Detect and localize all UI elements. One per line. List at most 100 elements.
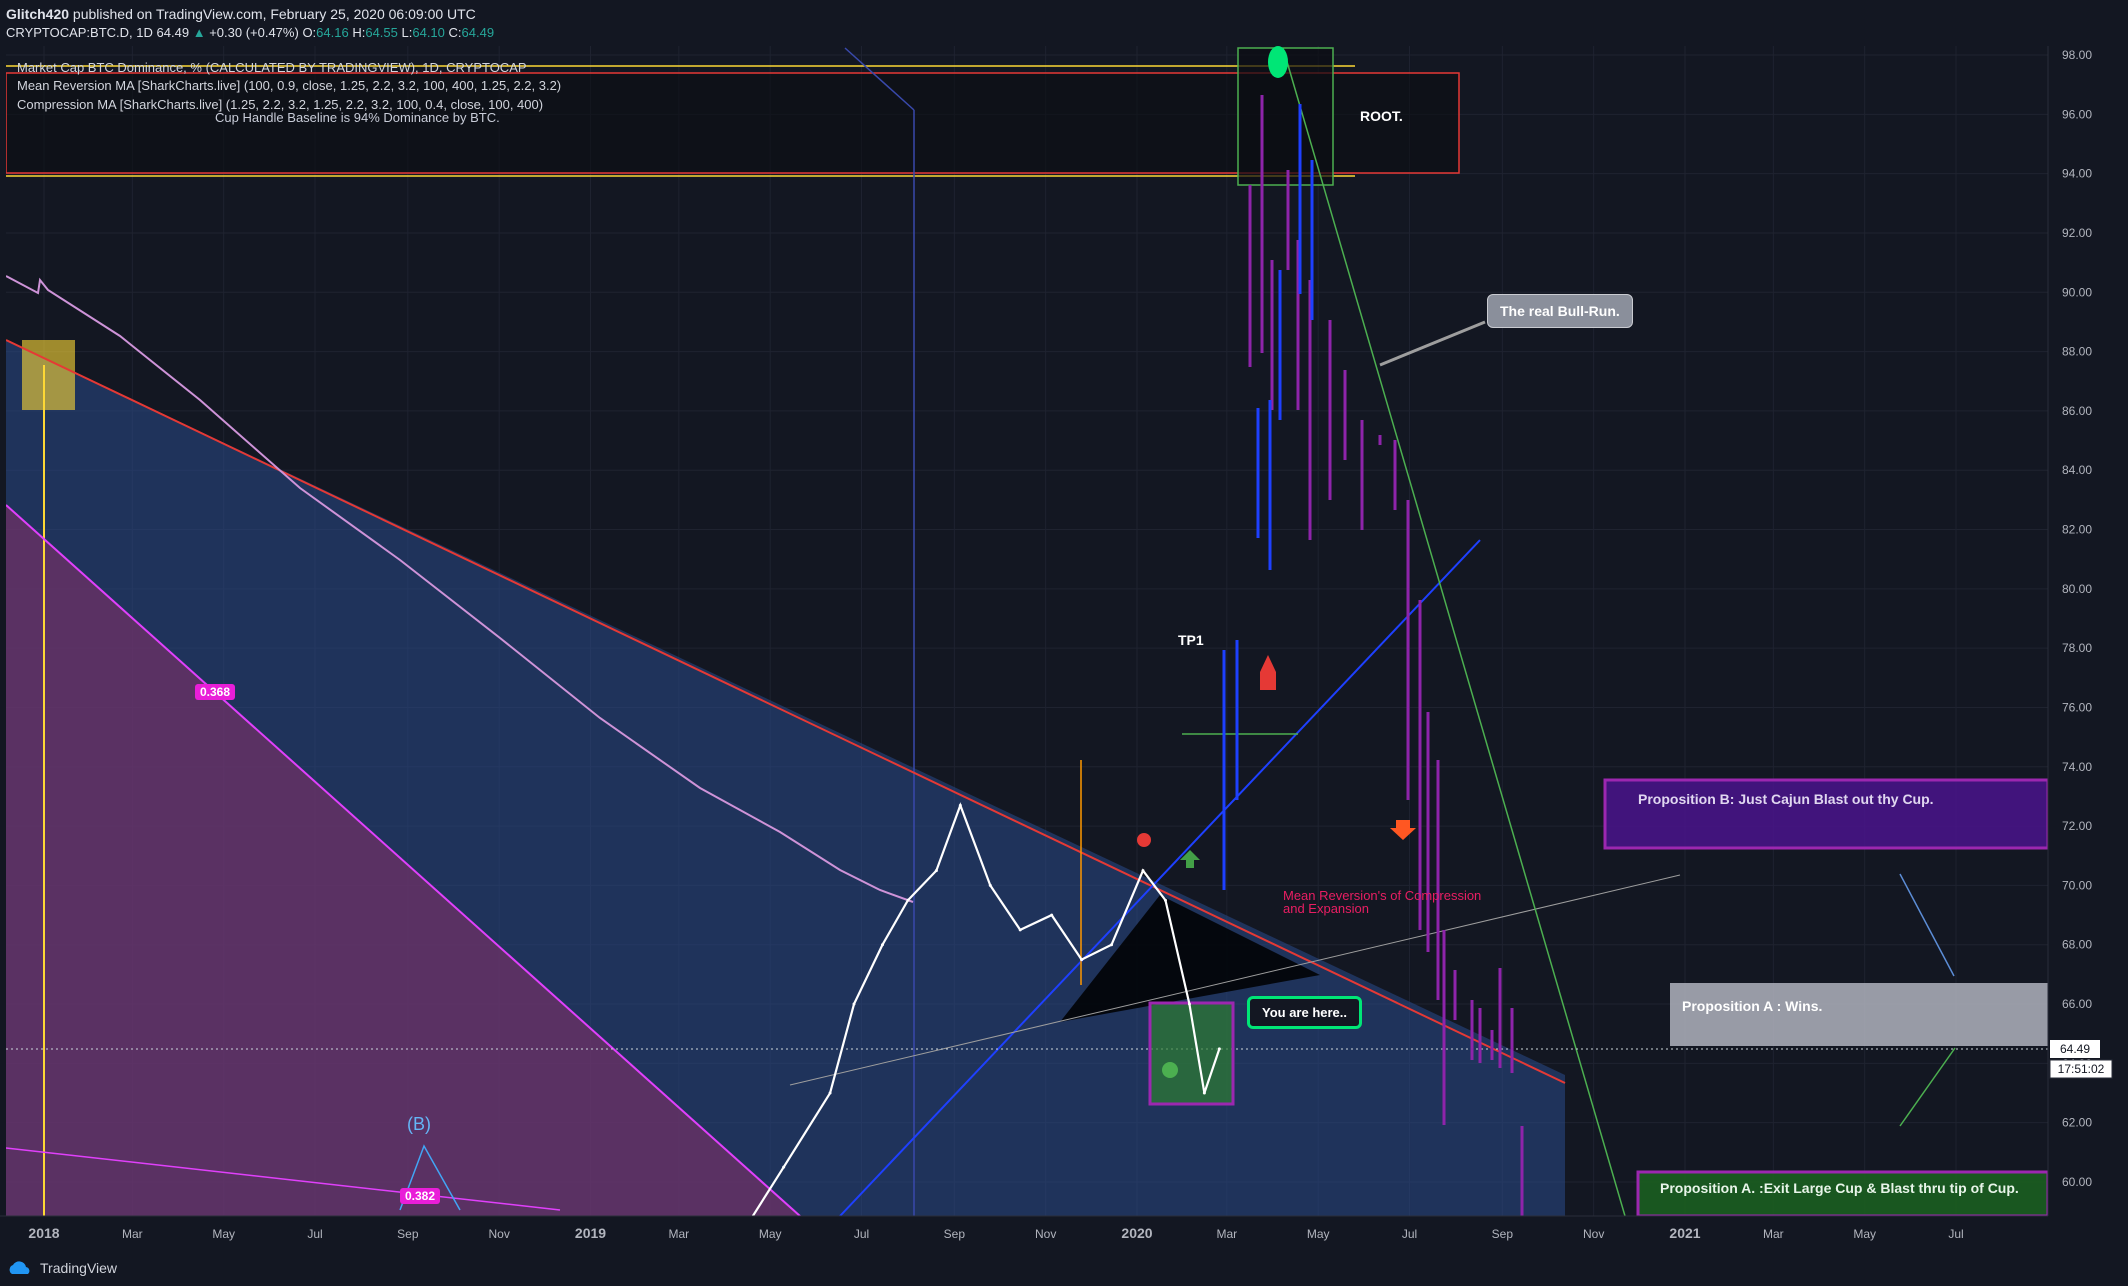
x-tick-label: Sep: [1492, 1227, 1514, 1241]
mean-reversion-note-2: and Expansion: [1283, 901, 1370, 916]
price-point: [958, 803, 962, 807]
price-point: [1187, 1002, 1191, 1006]
legend-mean-reversion[interactable]: Mean Reversion MA [SharkCharts.live] (10…: [17, 78, 561, 93]
change-value: +0.30 (+0.47%): [209, 25, 299, 40]
cloud-logo-icon: [9, 1261, 30, 1274]
fib-368-badge: 0.368: [195, 684, 236, 700]
price-point: [1141, 869, 1145, 873]
ohlc-line: CRYPTOCAP:BTC.D, 1D 64.49 ▲ +0.30 (+0.47…: [6, 25, 494, 40]
tradingview-brand[interactable]: TradingView: [6, 1260, 117, 1276]
chart-canvas[interactable]: 98.00 96.00 94.00 92.00 90.00 88.00 86.00 84.00…: [0, 46, 2128, 1254]
proposition-a-wins-label: Proposition A : Wins.: [1682, 998, 1823, 1014]
x-tick-label: May: [1853, 1227, 1876, 1241]
price-point: [828, 1091, 832, 1095]
y-tick-label: 78.00: [2062, 641, 2092, 655]
rocket-icon: [1260, 655, 1276, 690]
cup-baseline-note: Cup Handle Baseline is 94% Dominance by …: [215, 110, 500, 125]
price-point: [1018, 928, 1022, 932]
proposition-b-label: Proposition B: Just Cajun Blast out thy …: [1638, 791, 1934, 807]
x-tick-label: Nov: [1583, 1227, 1604, 1241]
y-tick-label: 90.00: [2062, 285, 2092, 299]
x-tick-label: Mar: [669, 1227, 690, 1241]
y-tick-label: 92.00: [2062, 226, 2092, 240]
chart-header: Glitch420 published on TradingView.com, …: [0, 0, 2128, 46]
y-tick-label: 60.00: [2062, 1175, 2092, 1189]
bull-run-callout: The real Bull-Run.: [1487, 294, 1633, 328]
x-tick-label: Mar: [122, 1227, 143, 1241]
x-tick-label: Nov: [488, 1227, 509, 1241]
price-point: [880, 943, 884, 947]
open-label: O:: [302, 25, 317, 40]
y-tick-label: 66.00: [2062, 997, 2092, 1011]
check-icon: [1162, 1062, 1178, 1078]
y-tick-label: 82.00: [2062, 523, 2092, 537]
y-tick-label: 88.00: [2062, 345, 2092, 359]
x-tick-label: May: [212, 1227, 235, 1241]
green-arrow: [1899, 1047, 1956, 1127]
publish-line: Glitch420 published on TradingView.com, …: [6, 6, 476, 22]
y-tick-label: 84.00: [2062, 463, 2092, 477]
price-axis: 98.00 96.00 94.00 92.00 90.00 88.00 86.00 84.00…: [2062, 48, 2092, 1189]
x-tick-label: Jul: [1948, 1227, 1963, 1241]
footer: TradingView: [0, 1254, 2128, 1286]
price-point: [934, 869, 938, 873]
price-point: [1202, 1091, 1206, 1095]
price-point: [1217, 1047, 1221, 1051]
x-tick-label: May: [1307, 1227, 1330, 1241]
x-tick-label: Jul: [854, 1227, 869, 1241]
price-point: [988, 883, 992, 887]
price-point: [1050, 913, 1054, 917]
y-tick-label: 94.00: [2062, 167, 2092, 181]
x-tick-label: Mar: [1217, 1227, 1238, 1241]
close-label: C:: [448, 25, 462, 40]
open-value: 64.16: [316, 25, 349, 40]
price-point: [1163, 898, 1167, 902]
up-triangle-icon: ▲: [192, 25, 206, 40]
y-tick-label: 68.00: [2062, 938, 2092, 952]
y-tick-label: 86.00: [2062, 404, 2092, 418]
fib-382-badge: 0.382: [400, 1188, 441, 1204]
x-tick-label: May: [759, 1227, 782, 1241]
price-point: [852, 1002, 856, 1006]
price-point: [782, 1165, 786, 1169]
blue-arrow: [1899, 873, 1955, 977]
tp1-label: TP1: [1178, 632, 1204, 648]
x-tick-label: 2021: [1669, 1225, 1700, 1241]
proposition-a-wins-box: [1670, 983, 2048, 1046]
countdown-text: 17:51:02: [2058, 1062, 2105, 1076]
close-value: 64.49: [461, 25, 495, 40]
y-tick-label: 76.00: [2062, 700, 2092, 714]
drawing-layer: [6, 46, 2048, 1228]
author-name[interactable]: Glitch420: [6, 6, 69, 22]
publish-info: published on TradingView.com, February 2…: [69, 6, 476, 22]
x-marker-icon: [1137, 833, 1151, 847]
y-tick-label: 70.00: [2062, 878, 2092, 892]
x-tick-label: Mar: [1763, 1227, 1784, 1241]
x-tick-label: 2018: [28, 1225, 59, 1241]
y-tick-label: 80.00: [2062, 582, 2092, 596]
down-arrow-icon: [1390, 820, 1416, 840]
high-label: H:: [352, 25, 366, 40]
y-tick-label: 98.00: [2062, 48, 2092, 62]
root-label: ROOT.: [1360, 108, 1403, 124]
legend-series-main[interactable]: Market Cap BTC Dominance, % (CALCULATED …: [17, 60, 527, 75]
x-tick-label: Sep: [944, 1227, 966, 1241]
low-value: 64.10: [412, 25, 445, 40]
y-tick-label: 62.00: [2062, 1116, 2092, 1130]
x-tick-label: Sep: [397, 1227, 419, 1241]
x-tick-label: 2019: [575, 1225, 606, 1241]
price-point: [906, 898, 910, 902]
x-tick-label: Jul: [1402, 1227, 1417, 1241]
x-tick-label: 2020: [1121, 1225, 1152, 1241]
last-price: 64.49: [156, 25, 190, 40]
low-label: L:: [401, 25, 413, 40]
projected-bars-blue: [1222, 104, 1314, 890]
high-value: 64.55: [365, 25, 398, 40]
price-point: [1080, 958, 1084, 962]
x-tick-label: Jul: [307, 1227, 322, 1241]
time-axis: 2018 Mar May Jul Sep Nov 2019 Mar May Jul Sep Nov 20…: [28, 1225, 1963, 1241]
symbol-label: CRYPTOCAP:BTC.D, 1D: [6, 25, 153, 40]
x-tick-label: Nov: [1035, 1227, 1056, 1241]
green-blob-icon: [1268, 46, 1288, 78]
price-point: [745, 1225, 748, 1228]
